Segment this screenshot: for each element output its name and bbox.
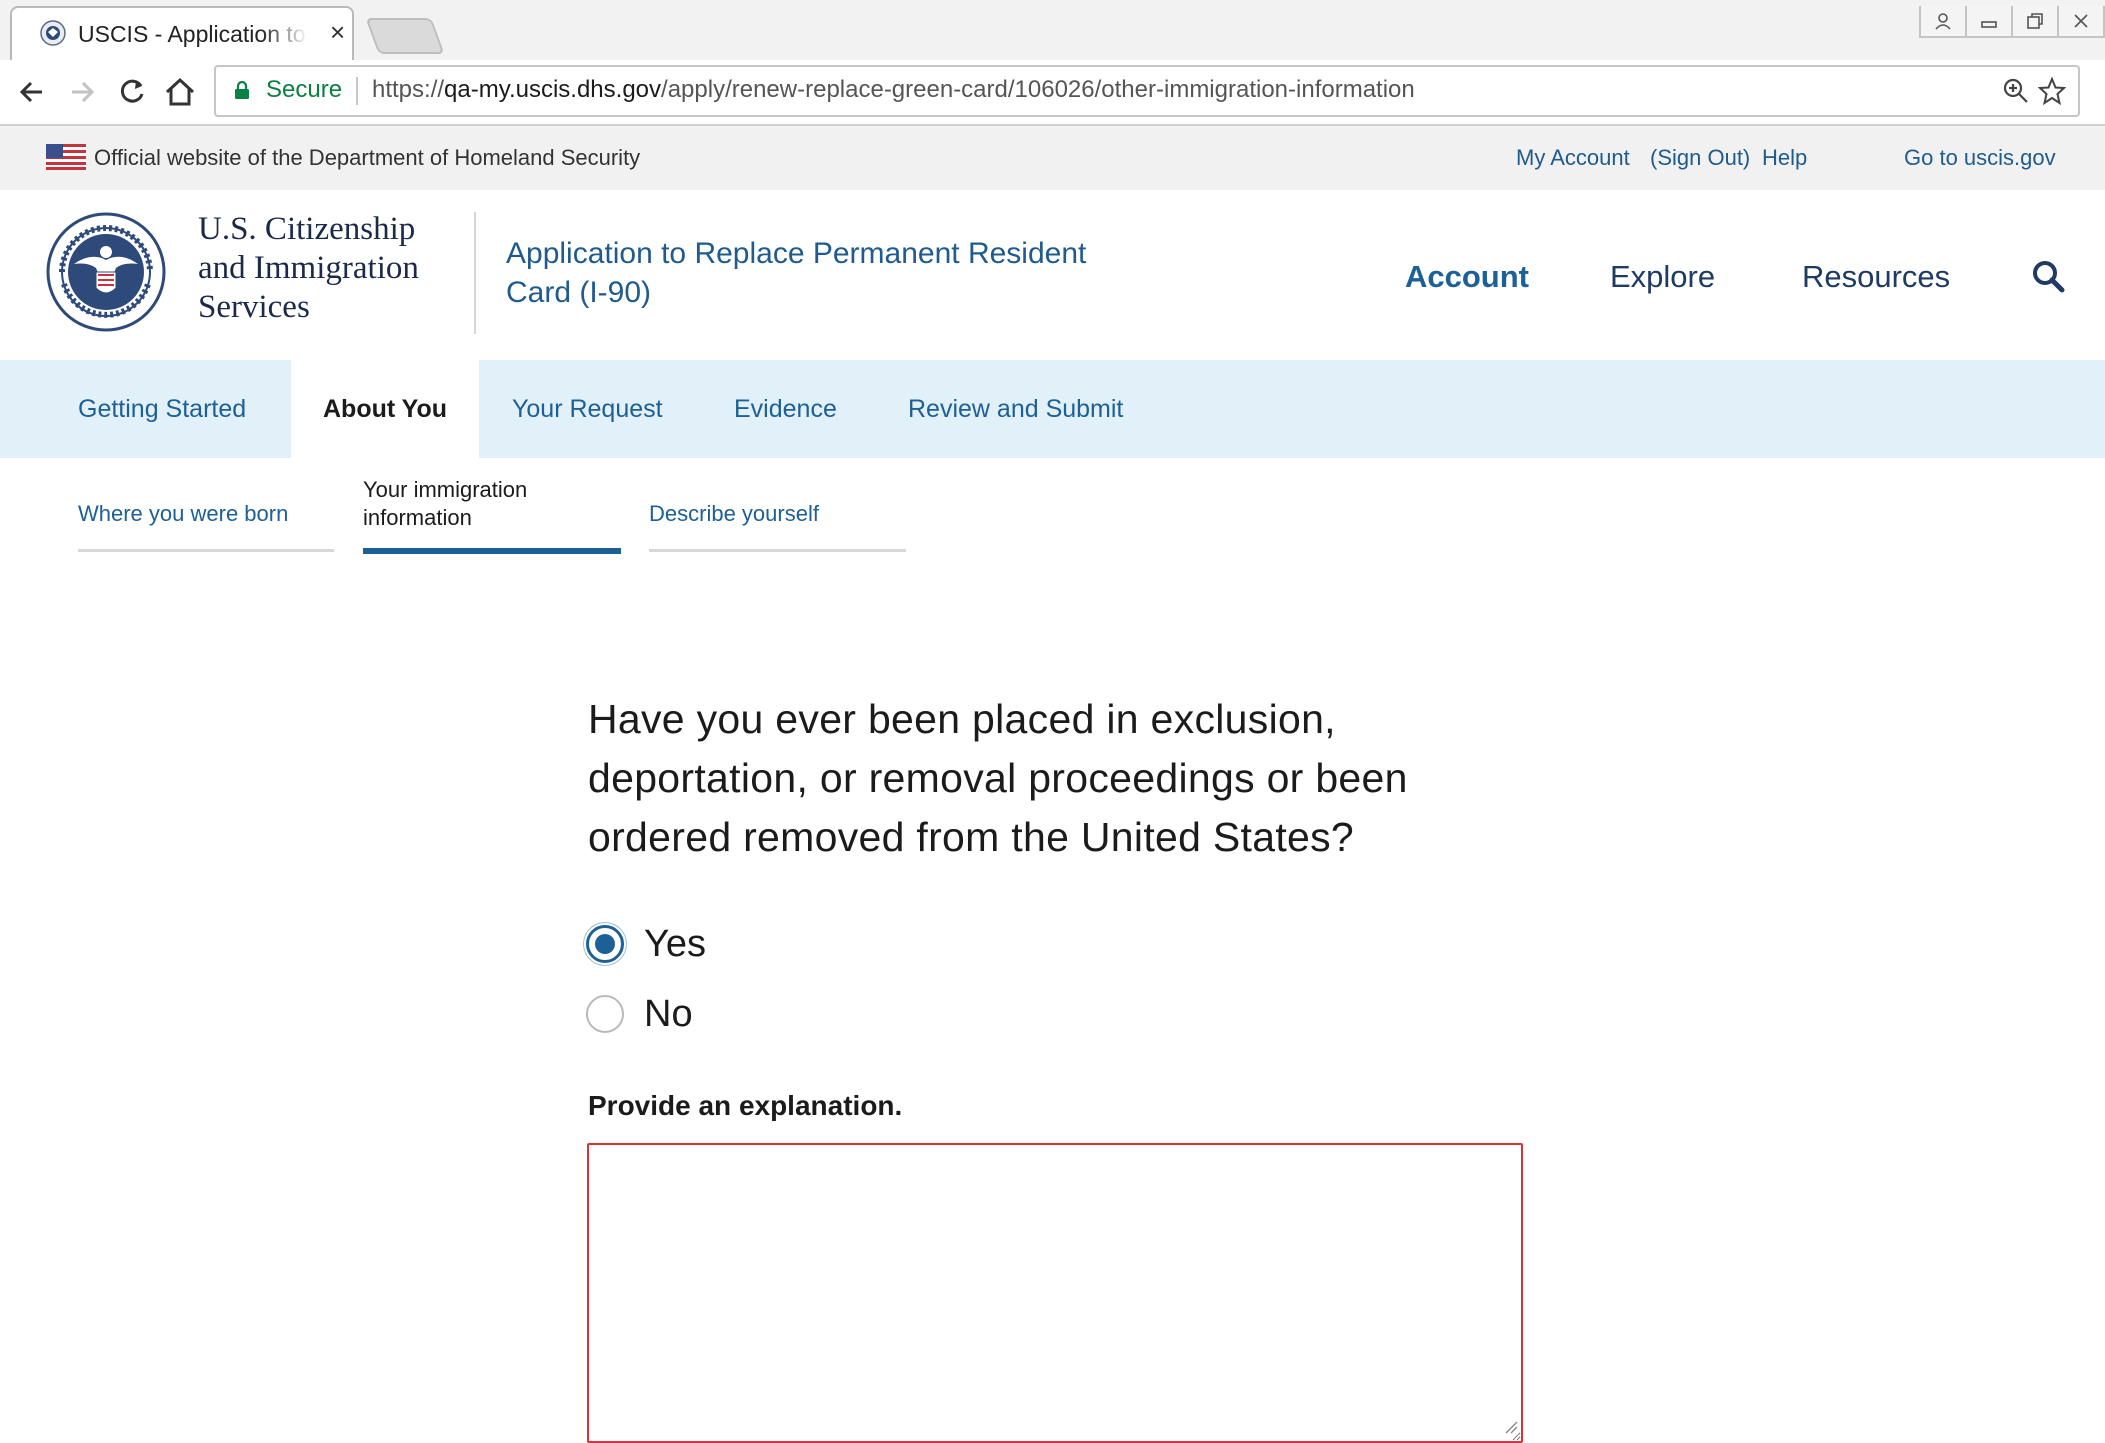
- restore-icon: [2027, 13, 2043, 29]
- substep-your-immigration-information[interactable]: Your immigration information: [363, 470, 621, 554]
- gov-banner: Official website of the Department of Ho…: [0, 126, 2105, 190]
- agency-name-line: U.S. Citizenship: [198, 211, 416, 247]
- tab-title: USCIS - Application to Re: [78, 21, 308, 47]
- explanation-label: Provide an explanation.: [588, 1090, 903, 1121]
- close-icon: [2074, 14, 2088, 28]
- explanation-textarea[interactable]: [587, 1143, 1523, 1443]
- resize-grip-icon[interactable]: [1504, 1420, 1518, 1434]
- radio-option-no[interactable]: No: [586, 992, 693, 1036]
- zoom-icon[interactable]: [2002, 77, 2030, 105]
- nav-account[interactable]: Account: [1405, 258, 1529, 296]
- official-website-text: Official website of the Department of Ho…: [94, 145, 641, 170]
- my-account-link[interactable]: My Account: [1516, 145, 1630, 171]
- radio-button[interactable]: [586, 995, 624, 1033]
- restore-button[interactable]: [2011, 6, 2059, 38]
- tab-review-and-submit[interactable]: Review and Submit: [908, 360, 1123, 458]
- minimize-button[interactable]: [1965, 6, 2013, 38]
- reload-icon[interactable]: [114, 74, 150, 110]
- minimize-icon: [1981, 21, 1997, 28]
- new-tab-button[interactable]: [365, 18, 445, 54]
- tab-about-you[interactable]: About You: [291, 360, 480, 458]
- substep-where-you-were-born[interactable]: Where you were born: [78, 470, 334, 552]
- substep-describe-yourself[interactable]: Describe yourself: [649, 470, 906, 552]
- search-icon[interactable]: [2030, 258, 2066, 294]
- agency-name[interactable]: U.S. Citizenship and Immigration Service…: [198, 210, 419, 327]
- tab-your-request[interactable]: Your Request: [512, 360, 663, 458]
- site-header: U.S. Citizenship and Immigration Service…: [0, 190, 2105, 360]
- secure-label: Secure: [266, 76, 343, 103]
- tab-getting-started[interactable]: Getting Started: [78, 360, 246, 458]
- radio-label: No: [644, 992, 693, 1035]
- tab-evidence[interactable]: Evidence: [734, 360, 837, 458]
- us-flag-icon: [46, 144, 86, 170]
- go-to-uscis-link[interactable]: Go to uscis.gov: [1904, 145, 2056, 171]
- url-scheme: https://: [372, 76, 445, 103]
- url-text[interactable]: https://qa-my.uscis.dhs.gov/apply/renew-…: [372, 76, 1415, 104]
- address-bar[interactable]: Secure https://qa-my.uscis.dhs.gov/apply…: [214, 65, 2080, 117]
- url-path: /apply/renew-replace-green-card/106026/o…: [661, 76, 1415, 103]
- omnibox-divider: [356, 77, 358, 105]
- browser-tab[interactable]: USCIS - Application to Re ×: [10, 6, 354, 62]
- url-host: qa-my.uscis.dhs.gov: [444, 76, 662, 103]
- radio-label: Yes: [644, 922, 706, 965]
- window-controls: [1919, 6, 2105, 40]
- person-icon: [1935, 13, 1951, 30]
- nav-resources[interactable]: Resources: [1802, 258, 1950, 296]
- nav-explore[interactable]: Explore: [1610, 258, 1715, 296]
- substep-underline: [363, 548, 621, 554]
- substep-label: Describe yourself: [649, 501, 819, 526]
- sign-out-link[interactable]: (Sign Out): [1650, 145, 1750, 171]
- question-heading: Have you ever been placed in exclusion, …: [588, 696, 1408, 860]
- profile-button[interactable]: [1919, 6, 1967, 38]
- lock-icon: [235, 80, 249, 99]
- bookmark-star-icon[interactable]: [2038, 77, 2066, 105]
- agency-name-line: Services: [198, 289, 310, 325]
- radio-option-yes[interactable]: Yes: [586, 922, 706, 966]
- header-divider: [474, 212, 476, 334]
- tab-close-icon[interactable]: ×: [330, 18, 345, 46]
- radio-button-checked[interactable]: [586, 925, 624, 963]
- home-icon[interactable]: [162, 74, 198, 110]
- dhs-favicon-icon: [40, 20, 66, 46]
- help-link[interactable]: Help: [1762, 145, 1807, 171]
- agency-name-line: and Immigration: [198, 250, 419, 286]
- substep-label: Where you were born: [78, 501, 289, 526]
- application-title: Application to Replace Permanent Residen…: [506, 237, 1087, 309]
- step-navigation: Getting Started About You Your Request E…: [0, 360, 2105, 458]
- forward-arrow-icon[interactable]: [64, 74, 100, 110]
- back-arrow-icon[interactable]: [14, 74, 50, 110]
- browser-toolbar: Secure https://qa-my.uscis.dhs.gov/apply…: [0, 60, 2105, 126]
- dhs-seal-logo[interactable]: [46, 212, 166, 332]
- substep-underline: [649, 549, 906, 552]
- close-window-button[interactable]: [2057, 6, 2105, 38]
- substep-underline: [78, 549, 334, 552]
- substep-label: Your immigration information: [363, 477, 528, 530]
- browser-tabstrip: USCIS - Application to Re ×: [0, 0, 2105, 62]
